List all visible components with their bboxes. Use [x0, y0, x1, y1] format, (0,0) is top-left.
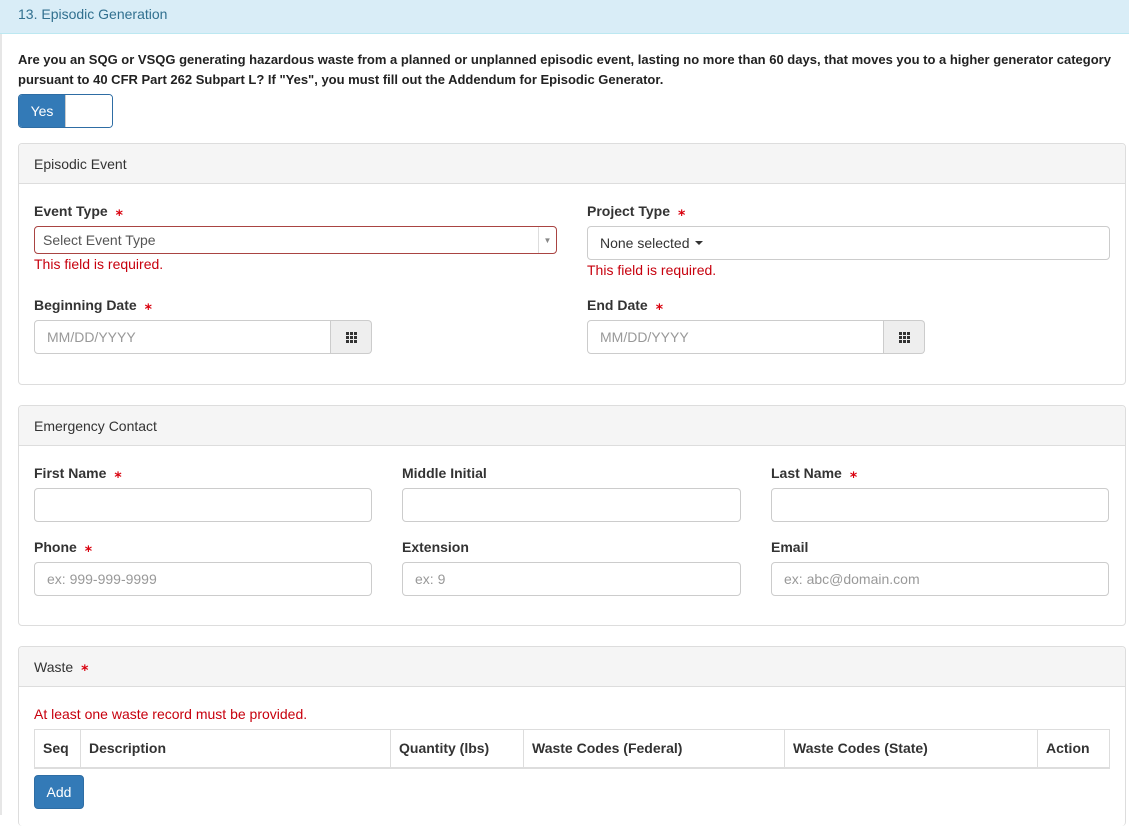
waste-panel: Waste ⁎ At least one waste record must be…: [18, 646, 1126, 826]
end-date-label: End Date ⁎: [587, 297, 664, 313]
project-type-label: Project Type ⁎: [587, 203, 686, 219]
emergency-contact-panel: Emergency Contact First Name ⁎ Middle Ini…: [18, 405, 1126, 626]
emergency-contact-heading: Emergency Contact: [19, 406, 1125, 446]
first-name-label: First Name ⁎: [34, 465, 122, 481]
phone-field[interactable]: ex: 999-999-9999: [34, 562, 372, 596]
episodic-event-panel: Episodic Event Event Type ⁎ Select Event …: [18, 143, 1126, 385]
section-header[interactable]: 13. Episodic Generation: [0, 0, 1129, 34]
first-name-field[interactable]: [34, 488, 372, 522]
section-title: 13. Episodic Generation: [18, 6, 168, 22]
event-type-label: Event Type ⁎: [34, 203, 123, 219]
last-name-label: Last Name ⁎: [771, 465, 858, 481]
required-asterisk-icon: ⁎: [81, 658, 89, 674]
calendar-grid-icon: [898, 331, 910, 343]
toggle-on-label: Yes: [19, 95, 65, 127]
event-type-error: This field is required.: [34, 256, 164, 272]
required-asterisk-icon: ⁎: [655, 297, 664, 313]
caret-down-icon: [694, 241, 703, 245]
project-type-error: This field is required.: [587, 262, 717, 278]
required-asterisk-icon: ⁎: [115, 203, 123, 219]
required-asterisk-icon: ⁎: [114, 465, 122, 481]
waste-table-header-row: Seq Description Quantity (lbs) Waste Cod…: [34, 729, 1110, 769]
event-type-select[interactable]: Select Event Type ▼: [34, 226, 557, 254]
middle-initial-field[interactable]: [402, 488, 741, 522]
column-header-seq[interactable]: Seq: [34, 729, 81, 769]
column-header-action[interactable]: Action: [1037, 729, 1110, 769]
waste-table: Seq Description Quantity (lbs) Waste Cod…: [34, 729, 1110, 769]
beginning-date-input[interactable]: MM/DD/YYYY: [34, 320, 331, 354]
column-header-quantity[interactable]: Quantity (lbs): [390, 729, 524, 769]
column-header-waste-codes-state[interactable]: Waste Codes (State): [784, 729, 1038, 769]
calendar-button[interactable]: [331, 320, 372, 354]
beginning-date-label: Beginning Date ⁎: [34, 297, 152, 313]
email-label: Email: [771, 539, 809, 555]
column-header-waste-codes-federal[interactable]: Waste Codes (Federal): [523, 729, 785, 769]
required-asterisk-icon: ⁎: [678, 203, 686, 219]
extension-field[interactable]: ex: 9: [402, 562, 741, 596]
episodic-event-heading: Episodic Event: [19, 144, 1125, 184]
required-asterisk-icon: ⁎: [144, 297, 152, 313]
beginning-date-picker: MM/DD/YYYY: [34, 320, 372, 354]
end-date-input[interactable]: MM/DD/YYYY: [587, 320, 884, 354]
middle-initial-label: Middle Initial: [402, 465, 487, 481]
end-date-picker: MM/DD/YYYY: [587, 320, 925, 354]
select-caret-icon: ▼: [538, 227, 556, 253]
waste-error: At least one waste record must be provid…: [34, 706, 308, 722]
waste-heading: Waste ⁎: [19, 647, 1125, 687]
add-waste-button[interactable]: Add: [34, 775, 84, 809]
episodic-yes-toggle[interactable]: Yes: [18, 94, 113, 128]
phone-label: Phone ⁎: [34, 539, 93, 555]
required-asterisk-icon: ⁎: [849, 465, 858, 481]
calendar-grid-icon: [345, 331, 357, 343]
calendar-button[interactable]: [884, 320, 925, 354]
last-name-field[interactable]: [771, 488, 1109, 522]
email-field[interactable]: ex: abc@domain.com: [771, 562, 1109, 596]
project-type-dropdown[interactable]: None selected: [587, 226, 1110, 260]
extension-label: Extension: [402, 539, 469, 555]
column-header-description[interactable]: Description: [80, 729, 391, 769]
page-left-border: [0, 34, 2, 815]
toggle-handle[interactable]: [65, 95, 112, 127]
episodic-question: Are you an SQG or VSQG generating hazard…: [18, 52, 1111, 87]
required-asterisk-icon: ⁎: [84, 539, 93, 555]
